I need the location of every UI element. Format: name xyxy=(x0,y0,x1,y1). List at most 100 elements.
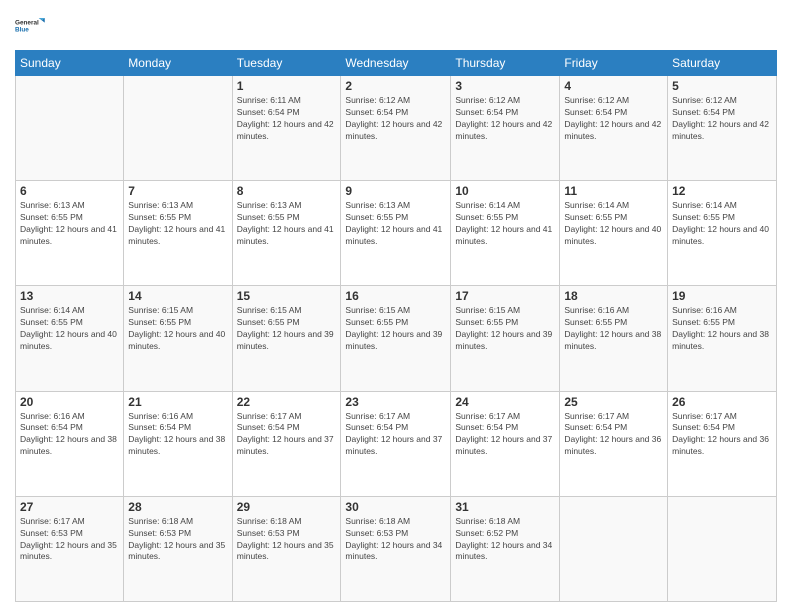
calendar-cell: 2Sunrise: 6:12 AMSunset: 6:54 PMDaylight… xyxy=(341,76,451,181)
day-number: 31 xyxy=(455,500,555,514)
day-number: 10 xyxy=(455,184,555,198)
day-info: Sunrise: 6:16 AMSunset: 6:55 PMDaylight:… xyxy=(672,305,772,353)
day-info: Sunrise: 6:16 AMSunset: 6:54 PMDaylight:… xyxy=(20,411,119,459)
day-number: 20 xyxy=(20,395,119,409)
day-info: Sunrise: 6:13 AMSunset: 6:55 PMDaylight:… xyxy=(345,200,446,248)
day-number: 15 xyxy=(237,289,337,303)
day-info: Sunrise: 6:11 AMSunset: 6:54 PMDaylight:… xyxy=(237,95,337,143)
day-number: 16 xyxy=(345,289,446,303)
calendar-cell: 10 Sunrise: 6:14 AMSunset: 6:55 PMDayligh… xyxy=(451,181,560,286)
weekday-header-thursday: Thursday xyxy=(451,51,560,76)
calendar-cell: 27 Sunrise: 6:17 AMSunset: 6:53 PMDayligh… xyxy=(16,496,124,601)
calendar-cell: 5 Sunrise: 6:12 AMSunset: 6:54 PMDaylight… xyxy=(668,76,777,181)
day-info: Sunrise: 6:17 AMSunset: 6:53 PMDaylight:… xyxy=(20,516,119,564)
calendar-cell xyxy=(668,496,777,601)
day-info: Sunrise: 6:18 AMSunset: 6:52 PMDaylight:… xyxy=(455,516,555,564)
day-info: Sunrise: 6:17 AMSunset: 6:54 PMDaylight:… xyxy=(672,411,772,459)
day-number: 7 xyxy=(128,184,227,198)
calendar-week-5: 27 Sunrise: 6:17 AMSunset: 6:53 PMDayligh… xyxy=(16,496,777,601)
day-info: Sunrise: 6:12 AMSunset: 6:54 PMDaylight:… xyxy=(345,95,446,143)
calendar-cell: 16 Sunrise: 6:15 AMSunset: 6:55 PMDayligh… xyxy=(341,286,451,391)
calendar-cell: 13 Sunrise: 6:14 AMSunset: 6:55 PMDayligh… xyxy=(16,286,124,391)
day-number: 29 xyxy=(237,500,337,514)
calendar-cell xyxy=(560,496,668,601)
weekday-header-tuesday: Tuesday xyxy=(232,51,341,76)
day-number: 17 xyxy=(455,289,555,303)
calendar-cell: 17 Sunrise: 6:15 AMSunset: 6:55 PMDayligh… xyxy=(451,286,560,391)
calendar-cell: 21 Sunrise: 6:16 AMSunset: 6:54 PMDayligh… xyxy=(124,391,232,496)
calendar-cell xyxy=(16,76,124,181)
calendar-cell: 8Sunrise: 6:13 AMSunset: 6:55 PMDaylight… xyxy=(232,181,341,286)
calendar-cell: 18 Sunrise: 6:16 AMSunset: 6:55 PMDayligh… xyxy=(560,286,668,391)
logo: GeneralBlue xyxy=(15,10,47,42)
day-info: Sunrise: 6:18 AMSunset: 6:53 PMDaylight:… xyxy=(237,516,337,564)
day-number: 21 xyxy=(128,395,227,409)
day-number: 14 xyxy=(128,289,227,303)
calendar-cell: 31 Sunrise: 6:18 AMSunset: 6:52 PMDayligh… xyxy=(451,496,560,601)
day-info: Sunrise: 6:12 AMSunset: 6:54 PMDaylight:… xyxy=(455,95,555,143)
day-info: Sunrise: 6:18 AMSunset: 6:53 PMDaylight:… xyxy=(128,516,227,564)
day-number: 12 xyxy=(672,184,772,198)
weekday-header-wednesday: Wednesday xyxy=(341,51,451,76)
day-info: Sunrise: 6:18 AMSunset: 6:53 PMDaylight:… xyxy=(345,516,446,564)
calendar-cell: 28 Sunrise: 6:18 AMSunset: 6:53 PMDayligh… xyxy=(124,496,232,601)
day-info: Sunrise: 6:17 AMSunset: 6:54 PMDaylight:… xyxy=(455,411,555,459)
calendar-cell: 1 Sunrise: 6:11 AMSunset: 6:54 PMDaylight… xyxy=(232,76,341,181)
weekday-header-sunday: Sunday xyxy=(16,51,124,76)
calendar-cell: 29 Sunrise: 6:18 AMSunset: 6:53 PMDayligh… xyxy=(232,496,341,601)
day-info: Sunrise: 6:17 AMSunset: 6:54 PMDaylight:… xyxy=(564,411,663,459)
day-number: 5 xyxy=(672,79,772,93)
page: GeneralBlue SundayMondayTuesdayWednesday… xyxy=(0,0,792,612)
day-info: Sunrise: 6:15 AMSunset: 6:55 PMDaylight:… xyxy=(128,305,227,353)
day-number: 11 xyxy=(564,184,663,198)
calendar-cell: 7 Sunrise: 6:13 AMSunset: 6:55 PMDaylight… xyxy=(124,181,232,286)
day-info: Sunrise: 6:12 AMSunset: 6:54 PMDaylight:… xyxy=(564,95,663,143)
day-info: Sunrise: 6:16 AMSunset: 6:54 PMDaylight:… xyxy=(128,411,227,459)
calendar-cell: 4 Sunrise: 6:12 AMSunset: 6:54 PMDaylight… xyxy=(560,76,668,181)
day-number: 13 xyxy=(20,289,119,303)
weekday-header-friday: Friday xyxy=(560,51,668,76)
day-number: 18 xyxy=(564,289,663,303)
logo-icon: GeneralBlue xyxy=(15,10,47,42)
calendar-week-2: 6 Sunrise: 6:13 AMSunset: 6:55 PMDaylight… xyxy=(16,181,777,286)
day-info: Sunrise: 6:15 AMSunset: 6:55 PMDaylight:… xyxy=(455,305,555,353)
day-number: 8 xyxy=(237,184,337,198)
calendar-cell: 22 Sunrise: 6:17 AMSunset: 6:54 PMDayligh… xyxy=(232,391,341,496)
calendar-table: SundayMondayTuesdayWednesdayThursdayFrid… xyxy=(15,50,777,602)
day-number: 25 xyxy=(564,395,663,409)
calendar-cell: 3 Sunrise: 6:12 AMSunset: 6:54 PMDaylight… xyxy=(451,76,560,181)
day-info: Sunrise: 6:15 AMSunset: 6:55 PMDaylight:… xyxy=(345,305,446,353)
day-info: Sunrise: 6:12 AMSunset: 6:54 PMDaylight:… xyxy=(672,95,772,143)
calendar-cell: 6Sunrise: 6:13 AMSunset: 6:55 PMDaylight… xyxy=(16,181,124,286)
calendar-cell: 26Sunrise: 6:17 AMSunset: 6:54 PMDayligh… xyxy=(668,391,777,496)
day-info: Sunrise: 6:14 AMSunset: 6:55 PMDaylight:… xyxy=(672,200,772,248)
calendar-week-3: 13 Sunrise: 6:14 AMSunset: 6:55 PMDayligh… xyxy=(16,286,777,391)
calendar-cell: 14 Sunrise: 6:15 AMSunset: 6:55 PMDayligh… xyxy=(124,286,232,391)
day-info: Sunrise: 6:13 AMSunset: 6:55 PMDaylight:… xyxy=(128,200,227,248)
day-number: 3 xyxy=(455,79,555,93)
day-info: Sunrise: 6:17 AMSunset: 6:54 PMDaylight:… xyxy=(237,411,337,459)
calendar-cell: 25 Sunrise: 6:17 AMSunset: 6:54 PMDayligh… xyxy=(560,391,668,496)
day-number: 1 xyxy=(237,79,337,93)
header: GeneralBlue xyxy=(15,10,777,42)
day-info: Sunrise: 6:14 AMSunset: 6:55 PMDaylight:… xyxy=(455,200,555,248)
day-info: Sunrise: 6:14 AMSunset: 6:55 PMDaylight:… xyxy=(564,200,663,248)
calendar-cell: 30 Sunrise: 6:18 AMSunset: 6:53 PMDayligh… xyxy=(341,496,451,601)
weekday-header-monday: Monday xyxy=(124,51,232,76)
day-number: 9 xyxy=(345,184,446,198)
calendar-cell: 19Sunrise: 6:16 AMSunset: 6:55 PMDayligh… xyxy=(668,286,777,391)
day-info: Sunrise: 6:16 AMSunset: 6:55 PMDaylight:… xyxy=(564,305,663,353)
day-number: 4 xyxy=(564,79,663,93)
day-info: Sunrise: 6:14 AMSunset: 6:55 PMDaylight:… xyxy=(20,305,119,353)
day-info: Sunrise: 6:17 AMSunset: 6:54 PMDaylight:… xyxy=(345,411,446,459)
weekday-header-row: SundayMondayTuesdayWednesdayThursdayFrid… xyxy=(16,51,777,76)
day-info: Sunrise: 6:15 AMSunset: 6:55 PMDaylight:… xyxy=(237,305,337,353)
day-number: 28 xyxy=(128,500,227,514)
day-number: 6 xyxy=(20,184,119,198)
calendar-cell: 20 Sunrise: 6:16 AMSunset: 6:54 PMDayligh… xyxy=(16,391,124,496)
calendar-cell: 11 Sunrise: 6:14 AMSunset: 6:55 PMDayligh… xyxy=(560,181,668,286)
day-number: 24 xyxy=(455,395,555,409)
day-number: 27 xyxy=(20,500,119,514)
day-number: 30 xyxy=(345,500,446,514)
day-number: 22 xyxy=(237,395,337,409)
